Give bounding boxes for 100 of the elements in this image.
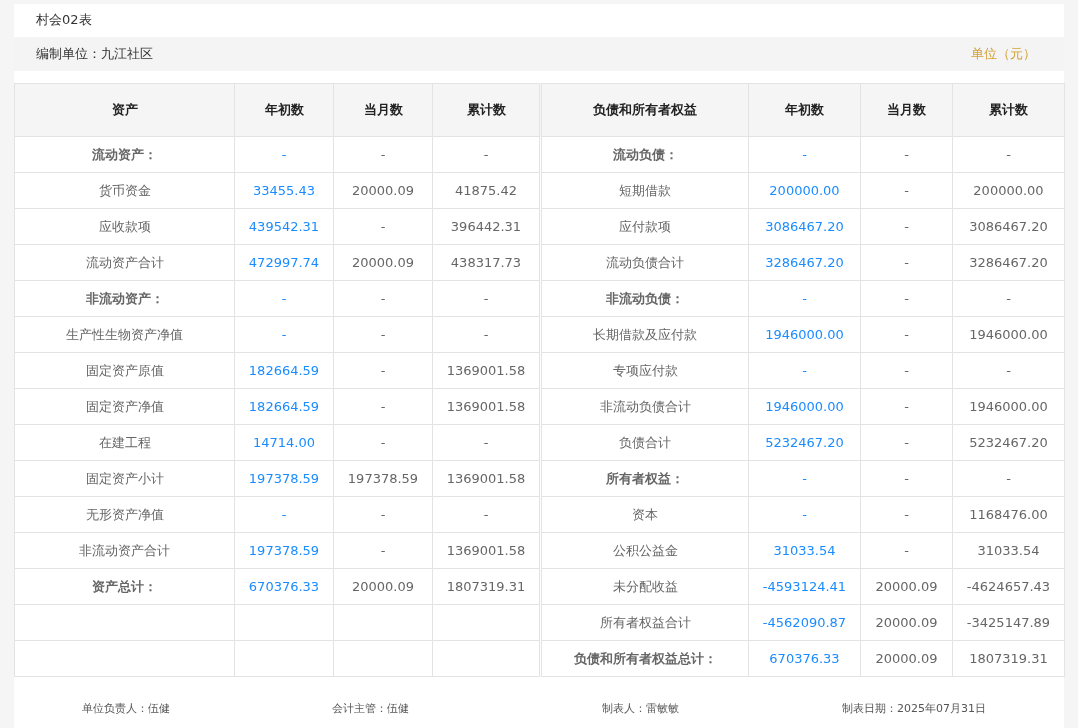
table-cell: -: [860, 280, 953, 317]
row-label: 专项应付款: [540, 352, 749, 389]
table-cell: 197378.59: [234, 532, 334, 569]
table-cell: -: [748, 460, 861, 497]
signature-field: 制表人：雷敏敏: [602, 701, 842, 716]
table-cell: -: [860, 388, 953, 425]
row-label: 应付款项: [540, 208, 749, 245]
table-cell: -: [860, 460, 953, 497]
table-cell: 472997.74: [234, 244, 334, 281]
table-cell: 182664.59: [234, 388, 334, 425]
column-header: 年初数: [234, 83, 334, 137]
table-cell: 1946000.00: [952, 316, 1065, 353]
section-heading: 流动资产：: [14, 136, 235, 173]
table-cell: -: [860, 172, 953, 209]
table-cell: -: [952, 352, 1065, 389]
table-cell: -: [860, 532, 953, 569]
table-cell: 3086467.20: [748, 208, 861, 245]
row-label: 流动资产合计: [14, 244, 235, 281]
table-cell: -: [952, 136, 1065, 173]
table-cell: -: [234, 316, 334, 353]
table-cell: -: [234, 136, 334, 173]
table-cell: 20000.09: [860, 604, 953, 641]
column-header: 累计数: [432, 83, 541, 137]
table-cell: -4562090.87: [748, 604, 861, 641]
column-header: 年初数: [748, 83, 861, 137]
table-cell: 20000.09: [333, 568, 433, 605]
signature-field: 制表日期：2025年07月31日: [842, 701, 1064, 716]
table-cell: 5232467.20: [748, 424, 861, 461]
row-label: 公积公益金: [540, 532, 749, 569]
table-cell: -: [860, 136, 953, 173]
table-cell: 3286467.20: [748, 244, 861, 281]
column-header: 资产: [14, 83, 235, 137]
row-label: 非流动负债合计: [540, 388, 749, 425]
table-cell: -: [333, 496, 433, 533]
table-cell: -: [748, 352, 861, 389]
column-header: 负债和所有者权益: [540, 83, 749, 137]
table-cell: -: [333, 136, 433, 173]
table-cell: 197378.59: [333, 460, 433, 497]
table-cell: 200000.00: [952, 172, 1065, 209]
row-label: 资本: [540, 496, 749, 533]
row-label: 长期借款及应付款: [540, 316, 749, 353]
table-cell: -: [333, 532, 433, 569]
table-cell: -: [860, 424, 953, 461]
table-cell: -4624657.43: [952, 568, 1065, 605]
table-cell: -4593124.41: [748, 568, 861, 605]
table-cell: -: [333, 208, 433, 245]
column-header: 当月数: [860, 83, 953, 137]
table-cell: -: [860, 352, 953, 389]
section-heading: 所有者权益：: [540, 460, 749, 497]
table-cell: 31033.54: [952, 532, 1065, 569]
table-cell: 1807319.31: [952, 640, 1065, 677]
row-label: 固定资产小计: [14, 460, 235, 497]
table-cell: 20000.09: [333, 172, 433, 209]
section-heading: 非流动资产：: [14, 280, 235, 317]
signature-field: 单位负责人：伍健: [82, 701, 332, 716]
table-cell: -3425147.89: [952, 604, 1065, 641]
table-cell: -: [952, 280, 1065, 317]
row-label: 生产性生物资产净值: [14, 316, 235, 353]
table-cell: 20000.09: [333, 244, 433, 281]
section-heading: 非流动负债：: [540, 280, 749, 317]
table-cell: 14714.00: [234, 424, 334, 461]
section-heading: 流动负债：: [540, 136, 749, 173]
unit-label: 单位（元）: [971, 45, 1036, 63]
row-label: 固定资产净值: [14, 388, 235, 425]
table-cell: -: [952, 460, 1065, 497]
row-label: 无形资产净值: [14, 496, 235, 533]
table-cell: -: [234, 496, 334, 533]
table-cell: -: [748, 136, 861, 173]
table-cell: 670376.33: [234, 568, 334, 605]
table-cell: 1168476.00: [952, 496, 1065, 533]
row-label: 货币资金: [14, 172, 235, 209]
table-cell: 182664.59: [234, 352, 334, 389]
row-label: 所有者权益合计: [540, 604, 749, 641]
column-header: 当月数: [333, 83, 433, 137]
table-cell: 20000.09: [860, 568, 953, 605]
table-cell: -: [748, 496, 861, 533]
table-cell: -: [860, 208, 953, 245]
column-header: 累计数: [952, 83, 1065, 137]
table-cell: 33455.43: [234, 172, 334, 209]
table-cell: 439542.31: [234, 208, 334, 245]
row-label: 非流动资产合计: [14, 532, 235, 569]
section-heading: 负债和所有者权益总计：: [540, 640, 749, 677]
table-cell: 1946000.00: [748, 316, 861, 353]
row-label: 固定资产原值: [14, 352, 235, 389]
row-label: 流动负债合计: [540, 244, 749, 281]
table-cell: -: [860, 496, 953, 533]
row-label: 未分配收益: [540, 568, 749, 605]
table-cell: -: [333, 280, 433, 317]
table-cell: 670376.33: [748, 640, 861, 677]
table-cell: 5232467.20: [952, 424, 1065, 461]
row-label: 应收款项: [14, 208, 235, 245]
table-cell: 1946000.00: [952, 388, 1065, 425]
signature-field: 会计主管：伍健: [332, 701, 602, 716]
table-cell: 200000.00: [748, 172, 861, 209]
report-title: 村会02表: [35, 11, 93, 29]
table-cell: 31033.54: [748, 532, 861, 569]
table-cell: 3086467.20: [952, 208, 1065, 245]
org-label: 编制单位：九江社区: [36, 45, 153, 63]
table-cell: -: [860, 316, 953, 353]
table-cell: -: [333, 316, 433, 353]
